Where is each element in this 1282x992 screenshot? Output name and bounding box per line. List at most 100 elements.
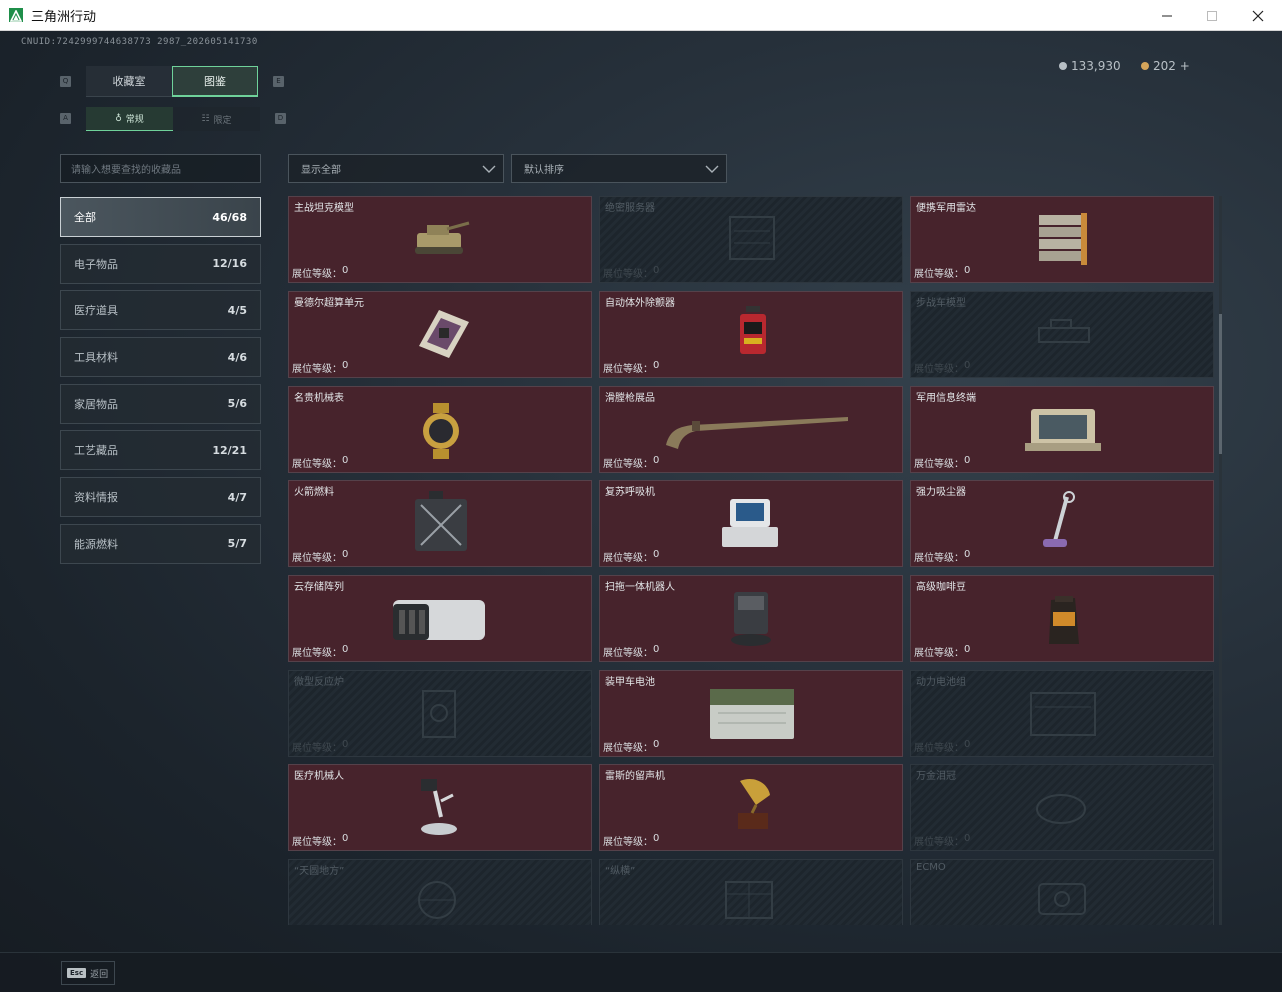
collection-item-card[interactable]: 绝密服务器展位等级： 0 — [599, 196, 903, 283]
item-name: 名贵机械表 — [294, 393, 344, 404]
level-label: 展位等级： — [914, 269, 964, 280]
minimize-button[interactable] — [1144, 0, 1190, 31]
category-intel[interactable]: 资料情报 4/7 — [60, 477, 261, 518]
search-input[interactable]: 请输入想要查找的收藏品 — [60, 154, 261, 183]
level-value: 0 — [964, 739, 971, 750]
window-titlebar: 三角洲行动 — [0, 0, 1282, 31]
collection-item-card[interactable]: 高级咖啡豆 展位等级： 0 — [910, 575, 1214, 662]
back-label: 返回 — [90, 969, 109, 980]
collection-item-card[interactable]: 动力电池组展位等级： 0 — [910, 670, 1214, 757]
category-tools[interactable]: 工具材料 4/6 — [60, 337, 261, 378]
collection-item-card[interactable]: 步战车模型 展位等级： 0 — [910, 291, 1214, 378]
level-label: 展位等级： — [603, 837, 653, 848]
board-icon — [725, 881, 773, 919]
collection-item-card[interactable]: 名贵机械表 展位等级： 0 — [288, 386, 592, 473]
sort-dropdown[interactable]: 默认排序 — [511, 154, 727, 183]
collection-item-card[interactable]: 万金泪冠 展位等级： 0 — [910, 764, 1214, 851]
level-label: 展位等级： — [914, 743, 964, 754]
level-label: 展位等级： — [603, 459, 653, 470]
category-label: 电子物品 — [74, 257, 118, 271]
item-level: 展位等级： 0 — [603, 360, 659, 375]
level-value: 0 — [342, 739, 349, 750]
level-label: 展位等级： — [292, 743, 342, 754]
collection-item-card[interactable]: 主战坦克模型 展位等级： 0 — [288, 196, 592, 283]
tab-collection-room[interactable]: 收藏室 — [86, 66, 172, 97]
subtab-regular[interactable]: ♁ 常规 — [86, 107, 173, 131]
collection-item-card[interactable]: 扫拖一体机器人 展位等级： 0 — [599, 575, 903, 662]
back-button[interactable]: Esc 返回 — [61, 961, 115, 985]
collection-item-card[interactable]: 复苏呼吸机 展位等级： 0 — [599, 480, 903, 567]
collection-item-card[interactable]: 自动体外除颤器展位等级： 0 — [599, 291, 903, 378]
level-label: 展位等级： — [914, 364, 964, 375]
level-value: 0 — [342, 265, 349, 276]
collection-item-card[interactable]: “天圆地方” — [288, 859, 592, 925]
item-name: “天圆地方” — [294, 866, 345, 877]
subtab-limited[interactable]: ☷ 限定 — [173, 107, 260, 131]
level-value: 0 — [964, 644, 971, 655]
item-name: 自动体外除颤器 — [605, 298, 675, 309]
currency-premium[interactable]: 202 + — [1141, 59, 1190, 73]
collection-item-card[interactable]: 云存储阵列 展位等级： 0 — [288, 575, 592, 662]
sort-value: 默认排序 — [524, 165, 564, 176]
collection-item-card[interactable]: 微型反应炉展位等级： 0 — [288, 670, 592, 757]
maximize-button[interactable] — [1189, 0, 1235, 31]
item-name: 云存储阵列 — [294, 582, 344, 593]
collection-item-card[interactable]: “纵横” — [599, 859, 903, 925]
level-label: 展位等级： — [603, 743, 653, 754]
category-count: 4/6 — [227, 350, 247, 364]
collection-item-card[interactable]: 便携军用雷达 展位等级： 0 — [910, 196, 1214, 283]
subtab-regular-label: 常规 — [125, 115, 144, 125]
collection-item-card[interactable]: 医疗机械人 展位等级： 0 — [288, 764, 592, 851]
level-value: 0 — [653, 265, 660, 276]
collection-item-card[interactable]: 滑膛枪展品展位等级： 0 — [599, 386, 903, 473]
silver-coin-icon — [1059, 62, 1067, 70]
level-label: 展位等级： — [914, 648, 964, 659]
item-level: 展位等级： 0 — [603, 265, 659, 280]
key-hint-q: Q — [60, 76, 71, 87]
item-name: 便携军用雷达 — [916, 203, 976, 214]
level-label: 展位等级： — [292, 648, 342, 659]
collection-item-card[interactable]: 雷斯的留声机 展位等级： 0 — [599, 764, 903, 851]
collection-item-card[interactable]: 曼德尔超算单元 展位等级： 0 — [288, 291, 592, 378]
grid-scrollbar[interactable] — [1219, 196, 1222, 925]
category-count: 5/6 — [227, 397, 247, 411]
level-value: 0 — [964, 549, 971, 560]
scroll-thumb[interactable] — [1219, 314, 1222, 454]
collection-item-card[interactable]: 强力吸尘器 展位等级： 0 — [910, 480, 1214, 567]
user-uid: CNUID:7242999744638773 2987_202605141730 — [21, 37, 258, 47]
close-button[interactable] — [1235, 0, 1281, 31]
category-crafts[interactable]: 工艺藏品 12/21 — [60, 430, 261, 471]
collection-item-card[interactable]: 装甲车电池 展位等级： 0 — [599, 670, 903, 757]
esc-key-icon: Esc — [67, 968, 87, 978]
category-medical[interactable]: 医疗道具 4/5 — [60, 290, 261, 331]
category-list: 全部 46/68 电子物品 12/16 医疗道具 4/5 工具材料 4/6 家居物品 5/… — [60, 197, 261, 571]
collection-item-card[interactable]: 军用信息终端 展位等级： 0 — [910, 386, 1214, 473]
item-name: 火箭燃料 — [294, 487, 334, 498]
item-name: 绝密服务器 — [605, 203, 655, 214]
item-level: 展位等级： 0 — [603, 455, 659, 470]
category-label: 工具材料 — [74, 351, 118, 365]
level-value: 0 — [342, 455, 349, 466]
level-label: 展位等级： — [292, 269, 342, 280]
level-value: 0 — [964, 265, 971, 276]
item-level: 展位等级： 0 — [292, 739, 348, 754]
item-level: 展位等级： 0 — [914, 739, 970, 754]
tab-codex[interactable]: 图鉴 — [172, 66, 258, 97]
category-energy[interactable]: 能源燃料 5/7 — [60, 523, 261, 564]
premium-amount: 202 + — [1153, 59, 1190, 73]
item-name: 微型反应炉 — [294, 677, 344, 688]
level-label: 展位等级： — [603, 648, 653, 659]
item-name: 滑膛枪展品 — [605, 393, 655, 404]
display-filter-dropdown[interactable]: 显示全部 — [288, 154, 504, 183]
level-value: 0 — [653, 360, 660, 371]
item-name: 雷斯的留声机 — [605, 771, 665, 782]
collection-item-card[interactable]: 火箭燃料 展位等级： 0 — [288, 480, 592, 567]
level-label: 展位等级： — [914, 837, 964, 848]
category-all[interactable]: 全部 46/68 — [60, 197, 261, 237]
collection-item-card[interactable]: ECMO — [910, 859, 1214, 925]
category-household[interactable]: 家居物品 5/6 — [60, 383, 261, 424]
item-name: 动力电池组 — [916, 677, 966, 688]
level-label: 展位等级： — [914, 553, 964, 564]
category-electronics[interactable]: 电子物品 12/16 — [60, 243, 261, 284]
category-label: 家居物品 — [74, 397, 118, 411]
